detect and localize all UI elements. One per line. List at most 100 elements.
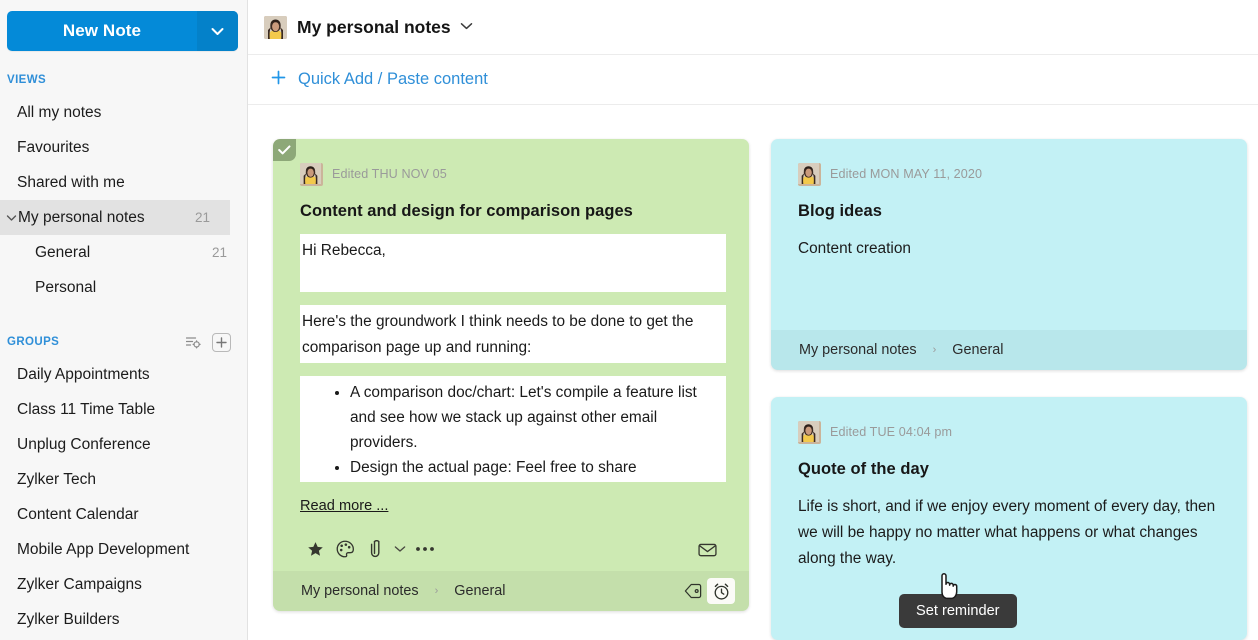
envelope-icon[interactable]	[692, 535, 722, 563]
note-paragraph-spacer	[300, 264, 726, 290]
note-text-block-bullets: A comparison doc/chart: Let's compile a …	[300, 376, 726, 482]
user-avatar	[798, 421, 821, 444]
group-settings-icon[interactable]	[183, 333, 203, 351]
sidebar-group-zylker-campaigns[interactable]: Zylker Campaigns	[0, 567, 247, 602]
sidebar-item-label: Zylker Builders	[17, 611, 247, 629]
breadcrumb-child[interactable]: General	[454, 583, 505, 599]
read-more-link[interactable]: Read more ...	[300, 498, 388, 514]
sidebar-item-label: Class 11 Time Table	[17, 401, 247, 419]
chevron-down-icon[interactable]	[4, 214, 18, 222]
notes-board: Edited THU NOV 05 Content and design for…	[248, 106, 1258, 640]
note-title: Quote of the day	[798, 460, 1224, 479]
note-body: Edited THU NOV 05 Content and design for…	[273, 139, 749, 571]
breadcrumb-separator: ›	[933, 344, 937, 356]
alarm-clock-icon[interactable]	[707, 578, 735, 604]
note-preview-text: Content creation	[798, 236, 1224, 262]
ellipsis-icon[interactable]	[410, 535, 440, 563]
sidebar-item-label: My personal notes	[18, 209, 195, 227]
chevron-down-icon[interactable]	[460, 21, 473, 33]
breadcrumb-child[interactable]: General	[952, 342, 1003, 358]
note-footer: My personal notes › General	[771, 330, 1247, 370]
note-edited-timestamp: Edited MON MAY 11, 2020	[830, 167, 982, 181]
groups-section-header: GROUPS	[0, 327, 247, 357]
quick-add-bar[interactable]: Quick Add / Paste content	[248, 55, 1258, 105]
sidebar-item-personal[interactable]: Personal	[0, 270, 247, 305]
page-title: My personal notes	[297, 17, 451, 38]
note-meta: Edited MON MAY 11, 2020	[798, 163, 1224, 185]
sidebar-item-label: Personal	[35, 279, 247, 297]
palette-icon[interactable]	[330, 535, 360, 563]
sidebar-group-class-11-time-table[interactable]: Class 11 Time Table	[0, 392, 247, 427]
groups-actions	[183, 333, 231, 352]
note-edited-timestamp: Edited TUE 04:04 pm	[830, 425, 952, 439]
note-preview-text: Life is short, and if we enjoy every mom…	[798, 494, 1224, 572]
new-note-label: New Note	[7, 11, 197, 51]
star-icon[interactable]	[300, 535, 330, 563]
list-item: Design the actual page: Feel free to sha…	[350, 455, 720, 480]
chevron-down-icon[interactable]	[390, 535, 410, 563]
toolbar-spacer	[440, 535, 692, 563]
sidebar-group-mobile-app-development[interactable]: Mobile App Development	[0, 532, 247, 567]
breadcrumb-parent[interactable]: My personal notes	[301, 583, 419, 599]
note-meta: Edited TUE 04:04 pm	[798, 421, 1224, 443]
list-item: A comparison doc/chart: Let's compile a …	[350, 380, 720, 455]
views-section-label: VIEWS	[0, 65, 247, 95]
sidebar-group-unplug-conference[interactable]: Unplug Conference	[0, 427, 247, 462]
groups-section-label: GROUPS	[7, 336, 59, 348]
tag-icon[interactable]	[679, 578, 707, 604]
note-body: Edited MON MAY 11, 2020 Blog ideas Conte…	[771, 139, 1247, 330]
sidebar-item-all-my-notes[interactable]: All my notes	[0, 95, 247, 130]
note-paragraph: Here's the groundwork I think needs to b…	[300, 309, 726, 361]
sidebar-item-favourites[interactable]: Favourites	[0, 130, 247, 165]
user-avatar	[798, 163, 821, 186]
sidebar-item-label: Zylker Tech	[17, 471, 247, 489]
note-card-comparison-pages[interactable]: Edited THU NOV 05 Content and design for…	[273, 139, 749, 611]
new-note-button[interactable]: New Note	[7, 11, 238, 51]
note-toolbar	[300, 527, 726, 571]
top-bar: My personal notes	[248, 0, 1258, 55]
note-edited-timestamp: Edited THU NOV 05	[332, 167, 447, 181]
note-title: Content and design for comparison pages	[300, 202, 726, 221]
paperclip-icon[interactable]	[360, 535, 390, 563]
sidebar-item-my-personal-notes[interactable]: My personal notes 21	[0, 200, 230, 235]
breadcrumb-parent[interactable]: My personal notes	[799, 342, 917, 358]
notes-column-right: Edited MON MAY 11, 2020 Blog ideas Conte…	[771, 139, 1247, 640]
sidebar-item-label: Daily Appointments	[17, 366, 247, 384]
plus-icon	[271, 70, 286, 89]
note-select-checkbox[interactable]	[273, 139, 296, 161]
user-avatar	[264, 16, 287, 39]
new-note-wrapper: New Note	[0, 0, 247, 51]
sidebar-item-shared-with-me[interactable]: Shared with me	[0, 165, 247, 200]
sidebar-item-general[interactable]: General 21	[0, 235, 247, 270]
sidebar-item-label: Shared with me	[17, 174, 247, 192]
chevron-down-icon[interactable]	[197, 11, 238, 51]
tooltip-set-reminder: Set reminder	[899, 594, 1017, 628]
sidebar: New Note VIEWS All my notes Favourites S…	[0, 0, 248, 640]
note-card-blog-ideas[interactable]: Edited MON MAY 11, 2020 Blog ideas Conte…	[771, 139, 1247, 370]
notes-column-left: Edited THU NOV 05 Content and design for…	[273, 139, 749, 611]
user-avatar	[300, 163, 323, 186]
note-paragraph: Hi Rebecca,	[300, 238, 726, 264]
plus-icon[interactable]	[212, 333, 231, 352]
app-root: New Note VIEWS All my notes Favourites S…	[0, 0, 1258, 640]
note-bullet-list: A comparison doc/chart: Let's compile a …	[300, 380, 726, 480]
sidebar-group-zylker-tech[interactable]: Zylker Tech	[0, 462, 247, 497]
note-footer: My personal notes › General	[273, 571, 749, 611]
note-text-block-intro: Here's the groundwork I think needs to b…	[300, 305, 726, 363]
sidebar-group-content-calendar[interactable]: Content Calendar	[0, 497, 247, 532]
sidebar-item-count: 21	[195, 210, 230, 225]
sidebar-item-label: Mobile App Development	[17, 541, 247, 559]
main-area: My personal notes Quick Add / Paste cont…	[248, 0, 1258, 640]
sidebar-item-label: Content Calendar	[17, 506, 247, 524]
sidebar-group-daily-appointments[interactable]: Daily Appointments	[0, 357, 247, 392]
note-text-block-greeting: Hi Rebecca,	[300, 234, 726, 292]
sidebar-group-zylker-builders[interactable]: Zylker Builders	[0, 602, 247, 637]
sidebar-item-label: Favourites	[17, 139, 247, 157]
breadcrumb-separator: ›	[435, 585, 439, 597]
sidebar-item-label: All my notes	[17, 104, 247, 122]
note-meta: Edited THU NOV 05	[300, 163, 726, 185]
quick-add-label: Quick Add / Paste content	[298, 70, 488, 89]
sidebar-item-label: General	[35, 244, 212, 262]
sidebar-item-label: Zylker Campaigns	[17, 576, 247, 594]
note-body-spacer	[798, 262, 1224, 330]
